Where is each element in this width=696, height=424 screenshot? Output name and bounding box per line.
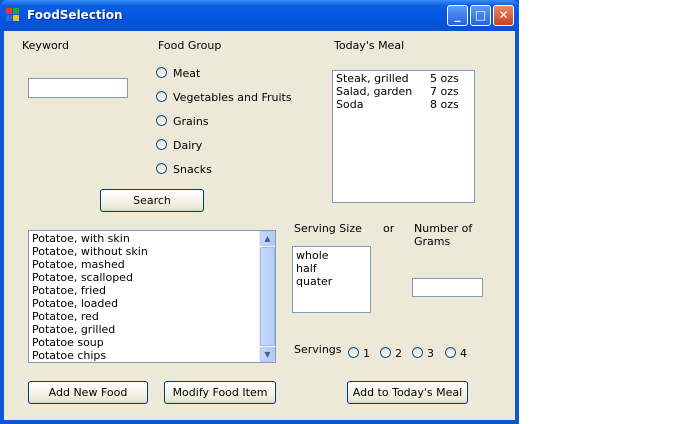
maximize-button[interactable]: □	[470, 5, 491, 26]
minimize-button[interactable]: _	[447, 5, 468, 26]
servings-label-3: 3	[427, 347, 434, 360]
add-new-food-button[interactable]: Add New Food	[28, 381, 148, 404]
scroll-up-button[interactable]: ▲	[260, 231, 275, 246]
food-list[interactable]: Potatoe, with skin Potatoe, without skin…	[28, 230, 276, 363]
servings-radio-1[interactable]	[348, 347, 359, 358]
servings-label-4: 4	[460, 347, 467, 360]
food-selection-window: FoodSelection _ □ ✕ Keyword Food Group M…	[0, 0, 519, 424]
food-group-label-grains: Grains	[173, 115, 209, 128]
food-group-label: Food Group	[158, 39, 222, 52]
chevron-up-icon: ▲	[264, 234, 271, 243]
food-group-radio-vegetables[interactable]	[156, 91, 167, 102]
food-group-label-vegetables: Vegetables and Fruits	[173, 91, 292, 104]
client-area: Keyword Food Group Meat Vegetables and F…	[4, 31, 515, 420]
minimize-icon: _	[454, 8, 461, 22]
serving-size-list[interactable]: whole half quater	[292, 246, 371, 313]
food-group-label-meat: Meat	[173, 67, 201, 80]
todays-meal-list[interactable]: Steak, grilled 5 ozs Salad, garden 7 ozs S…	[332, 70, 475, 203]
servings-label: Servings	[294, 343, 342, 356]
food-list-item[interactable]: Potatoe, loaded	[29, 297, 275, 310]
keyword-input[interactable]	[28, 78, 128, 98]
title-bar[interactable]: FoodSelection _ □ ✕	[0, 0, 519, 31]
food-group-radio-grains[interactable]	[156, 115, 167, 126]
meal-item[interactable]: Steak, grilled 5 ozs	[333, 72, 474, 85]
todays-meal-label: Today's Meal	[334, 39, 405, 52]
food-list-item[interactable]: Potatoe chips	[29, 349, 275, 362]
food-list-item[interactable]: Potatoe, with skin	[29, 232, 275, 245]
serving-size-item[interactable]: whole	[293, 249, 370, 262]
search-button[interactable]: Search	[100, 189, 204, 212]
app-icon	[6, 8, 20, 22]
serving-size-item[interactable]: half	[293, 262, 370, 275]
modify-food-item-button[interactable]: Modify Food Item	[164, 381, 276, 404]
food-group-radio-dairy[interactable]	[156, 139, 167, 150]
food-list-scrollbar[interactable]: ▲ ▼	[259, 231, 275, 362]
scroll-thumb[interactable]	[260, 247, 275, 346]
servings-radio-4[interactable]	[445, 347, 456, 358]
or-label: or	[383, 222, 395, 235]
number-of-grams-label: Number of Grams	[414, 222, 473, 248]
maximize-icon: □	[474, 8, 487, 22]
servings-label-2: 2	[395, 347, 402, 360]
grams-input[interactable]	[412, 278, 483, 297]
keyword-label: Keyword	[22, 39, 69, 52]
food-group-label-dairy: Dairy	[173, 139, 203, 152]
food-list-item[interactable]: Potatoe soup	[29, 336, 275, 349]
food-group-label-snacks: Snacks	[173, 163, 212, 176]
food-group-radio-meat[interactable]	[156, 67, 167, 78]
food-list-item[interactable]: Potatoe, without skin	[29, 245, 275, 258]
food-list-item[interactable]: Potatoe, grilled	[29, 323, 275, 336]
serving-size-label: Serving Size	[294, 222, 362, 235]
meal-item[interactable]: Soda 8 ozs	[333, 98, 474, 111]
food-list-item[interactable]: Potatoe, red	[29, 310, 275, 323]
food-list-item[interactable]: Potatoe, fried	[29, 284, 275, 297]
close-icon: ✕	[498, 8, 509, 22]
close-button[interactable]: ✕	[493, 5, 514, 26]
add-to-todays-meal-button[interactable]: Add to Today's Meal	[347, 381, 468, 404]
servings-radio-3[interactable]	[412, 347, 423, 358]
servings-radio-2[interactable]	[380, 347, 391, 358]
chevron-down-icon: ▼	[264, 350, 271, 359]
food-list-item[interactable]: Potatoe, scalloped	[29, 271, 275, 284]
servings-label-1: 1	[363, 347, 370, 360]
meal-item[interactable]: Salad, garden 7 ozs	[333, 85, 474, 98]
food-list-item[interactable]: Potatoe, mashed	[29, 258, 275, 271]
serving-size-item[interactable]: quater	[293, 275, 370, 288]
window-title: FoodSelection	[27, 8, 123, 22]
food-group-radio-snacks[interactable]	[156, 163, 167, 174]
scroll-down-button[interactable]: ▼	[260, 347, 275, 362]
